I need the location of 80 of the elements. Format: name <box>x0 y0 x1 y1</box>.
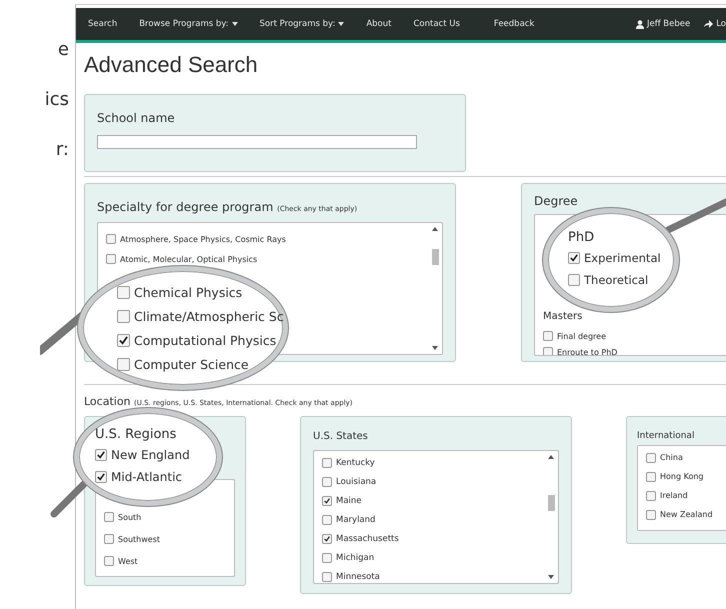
option-label: Computer Science <box>134 356 249 372</box>
checkbox[interactable] <box>95 470 107 482</box>
option-label: Computational Physics <box>134 332 276 348</box>
scroll-down-icon[interactable] <box>432 346 438 350</box>
checkbox[interactable] <box>646 452 656 462</box>
checkbox[interactable] <box>106 254 116 264</box>
checkbox[interactable] <box>104 556 114 566</box>
nav-link[interactable]: Feedback <box>494 19 534 29</box>
nav-link[interactable]: Contact Us <box>413 19 460 29</box>
option-label: New England <box>111 448 190 462</box>
panel-title: Degree <box>534 194 579 208</box>
option-label: New Zealand <box>660 510 713 519</box>
checkbox[interactable] <box>322 552 332 562</box>
checkbox[interactable] <box>646 472 656 482</box>
logout-link[interactable]: Lo <box>704 19 726 29</box>
checkbox[interactable] <box>568 274 580 286</box>
checkbox[interactable] <box>95 448 107 460</box>
option-label: Hong Kong <box>660 472 704 481</box>
panel-title: U.S. Regions <box>95 426 178 442</box>
option-label: Atomic, Molecular, Optical Physics <box>120 254 258 264</box>
cut-off-text: r: <box>56 140 70 160</box>
group-heading: Masters <box>543 311 584 322</box>
field-label: School name <box>97 111 176 125</box>
arrow-icon <box>704 20 714 28</box>
option-label: Atmosphere, Space Physics, Cosmic Rays <box>120 234 286 244</box>
checkbox[interactable] <box>117 358 130 370</box>
option-label: South <box>118 512 142 522</box>
scroll-down-icon[interactable] <box>548 575 554 579</box>
scroll-up-icon[interactable] <box>548 455 554 459</box>
option-label: Enroute to PhD <box>557 348 618 355</box>
option-label: Southwest <box>118 534 160 544</box>
checkbox[interactable] <box>322 496 332 506</box>
scroll-thumb[interactable] <box>548 495 554 511</box>
option-label: Climate/Atmospheric Sc <box>134 308 284 324</box>
option-label: Theoretical <box>584 272 648 286</box>
checkbox[interactable] <box>104 534 114 544</box>
option-label: Massachusetts <box>336 534 399 544</box>
checkbox[interactable] <box>322 458 332 468</box>
school-name-field[interactable] <box>97 134 417 148</box>
option-label: Kentucky <box>336 458 375 468</box>
cut-off-text: ics <box>44 90 70 110</box>
nav-link[interactable]: Sort Programs by: <box>260 19 344 29</box>
option-label: Maryland <box>336 514 376 524</box>
option-label: Maine <box>336 496 362 506</box>
option-label: West <box>118 556 138 566</box>
panel-title: International <box>637 431 696 441</box>
checkbox[interactable] <box>568 252 580 264</box>
group-heading: PhD <box>568 230 596 244</box>
nav-link[interactable]: Browse Programs by: <box>139 19 238 29</box>
checkbox[interactable] <box>104 512 114 522</box>
option-label: Chemical Physics <box>134 284 242 300</box>
scroll-up-icon[interactable] <box>432 227 438 231</box>
option-label: Mid-Atlantic <box>111 470 182 484</box>
checkbox[interactable] <box>322 534 332 544</box>
checkbox[interactable] <box>117 286 130 298</box>
checkbox[interactable] <box>322 572 332 582</box>
panel-title: U.S. States <box>313 431 369 442</box>
page-title: Advanced Search <box>84 52 259 78</box>
nav-link[interactable]: About <box>366 19 392 29</box>
checkbox[interactable] <box>106 234 116 244</box>
checkbox[interactable] <box>322 514 332 524</box>
cut-off-text: e <box>58 40 70 60</box>
checkbox[interactable] <box>117 334 130 346</box>
option-label: Experimental <box>584 250 661 264</box>
option-label: China <box>660 453 683 462</box>
nav-link[interactable]: Search <box>88 19 118 29</box>
checkbox[interactable] <box>543 347 553 355</box>
scroll-thumb[interactable] <box>432 249 438 265</box>
option-label: Louisiana <box>336 476 376 486</box>
checkbox[interactable] <box>543 331 553 341</box>
user-link[interactable]: Jeff Bebee <box>636 19 690 29</box>
option-label: Ireland <box>660 491 688 500</box>
option-label: Minnesota <box>336 572 380 582</box>
checkbox[interactable] <box>117 310 130 322</box>
option-label: Final degree <box>557 332 606 340</box>
checkbox[interactable] <box>646 490 656 500</box>
option-label: Michigan <box>336 552 374 562</box>
checkbox[interactable] <box>646 510 656 520</box>
checkbox[interactable] <box>322 476 332 486</box>
person-icon <box>636 20 644 28</box>
